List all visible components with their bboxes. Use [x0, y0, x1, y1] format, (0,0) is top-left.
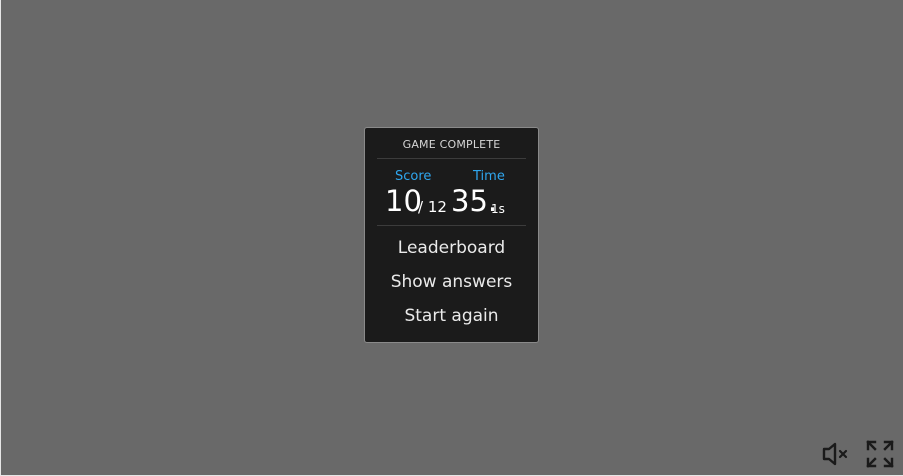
time-fraction: 1s	[491, 202, 505, 216]
divider	[377, 158, 526, 159]
fullscreen-button[interactable]	[865, 439, 895, 469]
score-value: 10	[385, 184, 422, 218]
game-complete-panel: GAME COMPLETE Score Time 10 / 12 35. 1s …	[364, 127, 539, 343]
score-total: / 12	[418, 198, 447, 216]
game-stage: GAME COMPLETE Score Time 10 / 12 35. 1s …	[0, 0, 903, 476]
speaker-muted-icon	[822, 442, 848, 466]
divider	[377, 225, 526, 226]
leaderboard-button[interactable]: Leaderboard	[365, 238, 538, 258]
time-label: Time	[473, 169, 505, 184]
show-answers-button[interactable]: Show answers	[365, 272, 538, 292]
score-label: Score	[395, 169, 432, 184]
start-again-button[interactable]: Start again	[365, 306, 538, 326]
panel-title: GAME COMPLETE	[402, 138, 501, 151]
fullscreen-icon	[866, 440, 894, 468]
mute-button[interactable]	[821, 439, 851, 469]
